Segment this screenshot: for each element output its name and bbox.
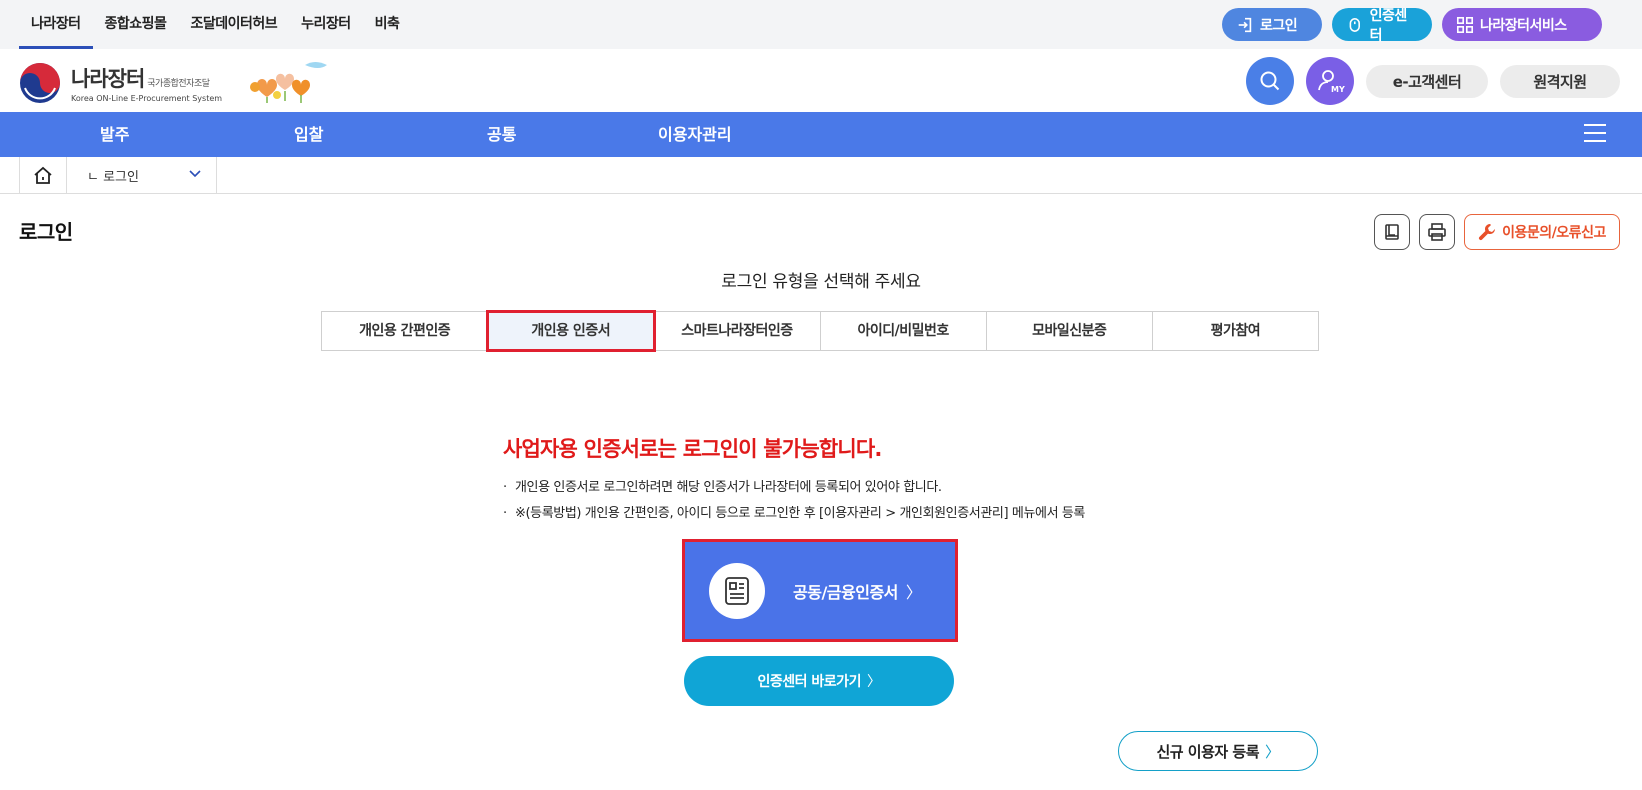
print-button[interactable] [1419,214,1455,250]
tab-personal-simple-auth[interactable]: 개인용 간편인증 [322,312,489,350]
chevron-down-icon [189,170,201,178]
home-button[interactable] [19,157,67,193]
tab-mobile-id[interactable]: 모바일신분증 [987,312,1153,350]
logo-title: 나라장터 국가종합전자조달 [71,67,210,91]
customer-center-button[interactable]: e-고객센터 [1366,64,1488,98]
logo-subtitle: Korea ON-Line E-Procurement System [71,94,223,103]
cert-login-label: 공동/금융인증서 [793,582,898,602]
joint-financial-cert-login-button[interactable]: 공동/금융인증서 〉 [682,539,958,642]
site-header: 나라장터 국가종합전자조달 Korea ON-Line E-Procurement… [0,49,1642,112]
notice-line-2: · ※(등록방법) 개인용 간편인증, 아이디 등으로 로그인한 후 [이용자관리… [503,502,1085,521]
login-label: 로그인 [1260,17,1298,34]
user-my-icon: MY [1318,70,1345,94]
svg-text:MY: MY [1331,85,1345,94]
bullet: · [503,506,507,521]
breadcrumb-select[interactable]: ㄴ 로그인 [67,157,217,193]
top-link-shopping-mall[interactable]: 종합쇼핑몰 [93,0,179,49]
search-button[interactable] [1246,57,1294,105]
breadcrumb-current: ㄴ 로그인 [87,169,139,185]
new-user-register-button[interactable]: 신규 이용자 등록 〉 [1118,731,1318,771]
top-link-nuri[interactable]: 누리장터 [289,0,363,49]
site-logo[interactable]: 나라장터 국가종합전자조달 Korea ON-Line E-Procurement… [19,62,222,104]
business-cert-warning: 사업자용 인증서로는 로그인이 불가능합니다. [503,437,882,461]
go-cert-center-button[interactable]: 인증센터 바로가기 〉 [684,656,954,706]
tab-evaluation-participation[interactable]: 평가참여 [1153,312,1318,350]
notice-text-1: 개인용 인증서로 로그인하려면 해당 인증서가 나라장터에 등록되어 있어야 합… [515,480,942,495]
top-link-data-hub[interactable]: 조달데이터허브 [178,0,289,49]
login-type-tabs: 개인용 간편인증 개인용 인증서 스마트나라장터인증 아이디/비밀번호 모바일신… [321,310,1319,352]
top-buttons: 로그인 인증센터 나라장터서비스 [1222,8,1602,44]
book-icon [1385,224,1399,240]
cert-center-button[interactable]: 인증센터 [1332,8,1432,44]
notice-line-1: · 개인용 인증서로 로그인하려면 해당 인증서가 나라장터에 등록되어 있어야 … [503,476,942,495]
top-utility-bar: 나라장터 종합쇼핑몰 조달데이터허브 누리장터 비축 로그인 인증센터 나라장터… [0,0,1642,49]
header-actions: MY e-고객센터 원격지원 [1246,57,1620,105]
manual-button[interactable] [1374,214,1410,250]
go-cert-center-label: 인증센터 바로가기 [757,674,862,690]
login-icon [1238,17,1252,32]
certificate-icon [725,576,749,605]
logo-title-small: 국가종합전자조달 [147,79,210,89]
search-icon [1260,71,1280,91]
cert-icon-circle [709,562,765,619]
report-label: 이용문의/오류신고 [1502,225,1606,241]
page-title: 로그인 [19,220,73,244]
nav-item-bidding[interactable]: 입찰 [294,112,323,157]
top-site-links: 나라장터 종합쇼핑몰 조달데이터허브 누리장터 비축 [19,0,411,49]
chevron-right-icon: 〉 [905,582,922,602]
login-type-heading: 로그인 유형을 선택해 주세요 [721,272,921,292]
inquiry-error-report-button[interactable]: 이용문의/오류신고 [1464,214,1620,250]
notice-text-2: ※(등록방법) 개인용 간편인증, 아이디 등으로 로그인한 후 [이용자관리 … [515,506,1085,521]
bullet: · [503,480,507,495]
home-icon [34,166,52,184]
tab-personal-certificate[interactable]: 개인용 인증서 [486,310,657,352]
flower-decoration-icon [250,62,327,103]
nav-item-common[interactable]: 공통 [487,112,516,157]
remote-support-button[interactable]: 원격지원 [1500,64,1620,98]
grid-icon [1456,16,1474,33]
logo-text: 나라장터 국가종합전자조달 Korea ON-Line E-Procurement… [71,63,222,103]
my-page-button[interactable]: MY [1306,57,1354,105]
hamburger-menu-icon[interactable] [1584,124,1606,144]
chevron-right-icon: 〉 [1265,742,1280,761]
taegeuk-logo-icon [20,63,60,103]
tab-smart-narajangteo-auth[interactable]: 스마트나라장터인증 [654,312,821,350]
new-user-label: 신규 이용자 등록 [1156,742,1260,761]
tab-id-password[interactable]: 아이디/비밀번호 [821,312,987,350]
power-icon [1349,17,1360,32]
page-tools: 이용문의/오류신고 [1374,214,1620,250]
wrench-icon [1479,223,1496,241]
top-link-stockpile[interactable]: 비축 [363,0,412,49]
login-button[interactable]: 로그인 [1222,8,1322,41]
main-navigation: 발주 입찰 공통 이용자관리 [0,112,1642,157]
services-label: 나라장터서비스 [1480,17,1567,34]
printer-icon [1428,223,1446,241]
nav-item-user-management[interactable]: 이용자관리 [658,112,732,157]
top-link-narajangteo[interactable]: 나라장터 [19,0,93,49]
chevron-right-icon: 〉 [866,674,881,690]
breadcrumb: ㄴ 로그인 [0,157,1642,194]
services-button[interactable]: 나라장터서비스 [1442,8,1602,41]
cert-center-label: 인증센터 [1369,7,1408,44]
nav-item-order[interactable]: 발주 [100,112,129,157]
